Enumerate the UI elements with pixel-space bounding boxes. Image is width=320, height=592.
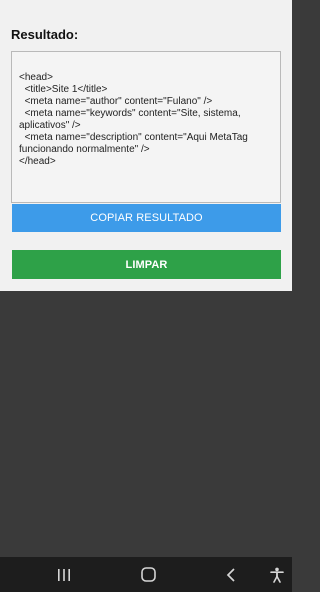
empty-area <box>0 291 292 557</box>
recent-apps-icon[interactable] <box>52 557 76 592</box>
system-nav-bar <box>0 557 292 592</box>
result-label: Resultado: <box>11 27 79 42</box>
result-output[interactable]: <head> <title>Site 1</title> <meta name=… <box>11 51 281 203</box>
main-content: Resultado: <head> <title>Site 1</title> … <box>0 0 292 291</box>
back-icon[interactable] <box>221 557 241 592</box>
clear-button[interactable]: LIMPAR <box>12 250 281 279</box>
accessibility-icon[interactable] <box>266 557 288 592</box>
copy-result-button[interactable]: COPIAR RESULTADO <box>12 204 281 232</box>
home-icon[interactable] <box>136 557 160 592</box>
